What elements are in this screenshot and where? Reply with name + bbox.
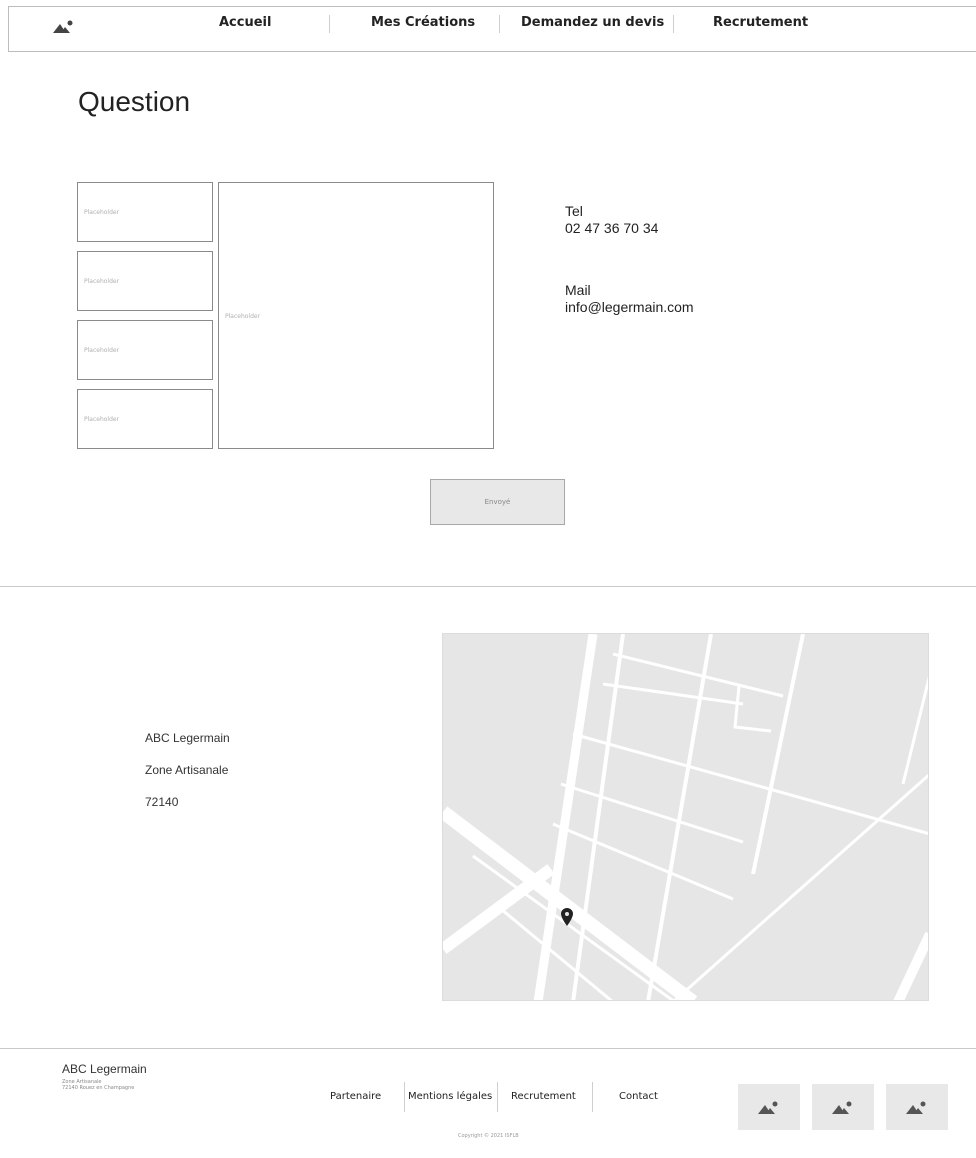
message-field[interactable]: Placeholder xyxy=(218,182,494,449)
footer-divider xyxy=(0,1048,976,1049)
field-placeholder: Placeholder xyxy=(84,347,120,354)
footer-link-mentions-legales[interactable]: Mentions légales xyxy=(408,1091,492,1102)
image-placeholder-icon xyxy=(906,1101,926,1114)
nav-divider xyxy=(329,15,330,33)
footer-brand-name: ABC Legermain xyxy=(62,1062,147,1076)
footer-link-contact[interactable]: Contact xyxy=(619,1091,658,1102)
address-postal: 72140 xyxy=(145,795,179,809)
footer-brand: ABC Legermain Zone Artisanale 72140 Roue… xyxy=(62,1062,147,1091)
mail-value[interactable]: info@legermain.com xyxy=(565,299,694,315)
field-placeholder: Placeholder xyxy=(225,313,261,320)
top-nav-bar: Accueil Mes Créations Demandez un devis … xyxy=(8,6,976,52)
map-pin-icon[interactable] xyxy=(561,908,573,926)
map-roads xyxy=(443,634,928,1000)
field-placeholder: Placeholder xyxy=(84,416,120,423)
footer-divider-line xyxy=(592,1082,593,1112)
nav-divider xyxy=(673,15,674,33)
footer-image-placeholder[interactable] xyxy=(738,1084,800,1130)
field-placeholder: Placeholder xyxy=(84,278,120,285)
send-button[interactable]: Envoyé xyxy=(430,479,565,525)
copyright-text: Copyright © 2021 ISFLB xyxy=(458,1133,519,1139)
nav-item-recrutement[interactable]: Recrutement xyxy=(713,15,808,30)
section-divider xyxy=(0,586,976,587)
address-name: ABC Legermain xyxy=(145,731,230,745)
footer-image-placeholder[interactable] xyxy=(812,1084,874,1130)
address-line: Zone Artisanale xyxy=(145,763,229,777)
nav-item-accueil[interactable]: Accueil xyxy=(219,15,271,30)
nav-item-mes-creations[interactable]: Mes Créations xyxy=(371,15,475,30)
form-field-1[interactable]: Placeholder xyxy=(77,182,213,242)
tel-value: 02 47 36 70 34 xyxy=(565,220,659,236)
footer-image-placeholder[interactable] xyxy=(886,1084,948,1130)
nav-item-demandez-un-devis[interactable]: Demandez un devis xyxy=(521,15,664,30)
footer-link-partenaire[interactable]: Partenaire xyxy=(330,1091,381,1102)
image-placeholder-icon xyxy=(758,1101,778,1114)
location-map[interactable] xyxy=(442,633,929,1001)
page-title: Question xyxy=(78,86,191,117)
field-placeholder: Placeholder xyxy=(84,209,120,216)
footer-divider-line xyxy=(497,1082,498,1112)
image-placeholder-icon[interactable] xyxy=(53,19,75,33)
footer-link-recrutement[interactable]: Recrutement xyxy=(511,1091,576,1102)
footer-divider-line xyxy=(404,1082,405,1112)
nav-divider xyxy=(499,15,500,33)
form-field-4[interactable]: Placeholder xyxy=(77,389,213,449)
footer-brand-line2: 72140 Rouez en Champagne xyxy=(62,1085,135,1091)
image-placeholder-icon xyxy=(832,1101,852,1114)
tel-label: Tel xyxy=(565,203,583,219)
form-field-3[interactable]: Placeholder xyxy=(77,320,213,380)
mail-label: Mail xyxy=(565,282,591,298)
form-field-2[interactable]: Placeholder xyxy=(77,251,213,311)
